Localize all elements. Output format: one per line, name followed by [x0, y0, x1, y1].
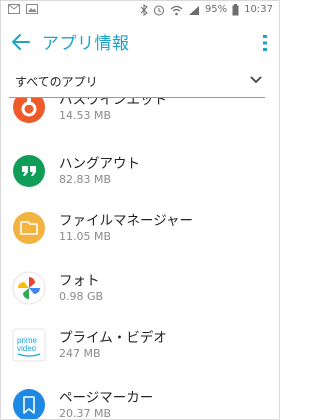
chevron-down-icon: [250, 76, 262, 84]
app-info-screen: 95% 10:37 アプリ情報 すべてのアプリ ハスワインエット 14.53 M…: [0, 0, 280, 420]
app-name: ファイルマネージャー: [59, 213, 194, 229]
more-options-button[interactable]: [259, 32, 271, 54]
app-size: 0.98 GB: [59, 290, 104, 303]
wifi-icon: [170, 5, 183, 15]
list-item[interactable]: フォト 0.98 GB: [1, 263, 279, 319]
prime-video-icon: prime video: [12, 328, 46, 362]
app-size: 82.83 MB: [59, 173, 112, 186]
app-size: 20.37 MB: [59, 407, 112, 420]
app-list: ハスワインエット 14.53 MB ハングアウト 82.83 MB ファイルマネ…: [1, 98, 279, 420]
page-marker-icon: [13, 389, 45, 419]
alarm-icon: [153, 5, 164, 16]
page-title: アプリ情報: [42, 34, 130, 54]
app-name: ハスワインエット: [59, 98, 167, 108]
red-app-icon: [13, 98, 45, 123]
more-vert-icon: [263, 35, 267, 51]
app-name: ハングアウト: [59, 156, 140, 172]
status-bar: 95% 10:37: [1, 1, 279, 19]
file-manager-icon: [13, 212, 45, 244]
list-item[interactable]: prime video プライム・ビデオ 247 MB: [1, 320, 279, 376]
battery-icon: [232, 4, 239, 16]
back-arrow-icon: [12, 34, 30, 50]
list-item[interactable]: ファイルマネージャー 11.05 MB: [1, 203, 279, 259]
app-name: ページマーカー: [59, 390, 154, 406]
bluetooth-icon: [140, 4, 148, 16]
photos-icon: [12, 271, 46, 305]
email-icon: [8, 4, 20, 14]
image-icon: [26, 4, 38, 14]
list-item[interactable]: ページマーカー 20.37 MB: [1, 380, 279, 420]
app-size: 14.53 MB: [59, 109, 112, 122]
app-size: 11.05 MB: [59, 230, 112, 243]
app-size: 247 MB: [59, 347, 101, 360]
battery-percent: 95%: [204, 4, 228, 15]
list-item[interactable]: ハングアウト 82.83 MB: [1, 146, 279, 202]
status-right-icons: 95% 10:37: [140, 3, 273, 17]
list-item[interactable]: ハスワインエット 14.53 MB: [1, 98, 279, 138]
back-button[interactable]: [9, 29, 35, 55]
app-name: フォト: [59, 273, 100, 289]
status-left-icons: [8, 4, 38, 14]
app-filter-dropdown[interactable]: すべてのアプリ: [9, 65, 265, 98]
app-name: プライム・ビデオ: [59, 330, 167, 346]
signal-icon: [188, 5, 199, 15]
status-time: 10:37: [244, 4, 273, 15]
app-bar: アプリ情報: [1, 19, 279, 65]
svg-text:video: video: [17, 344, 37, 353]
hangouts-icon: [13, 155, 45, 187]
filter-label: すべてのアプリ: [15, 75, 98, 89]
